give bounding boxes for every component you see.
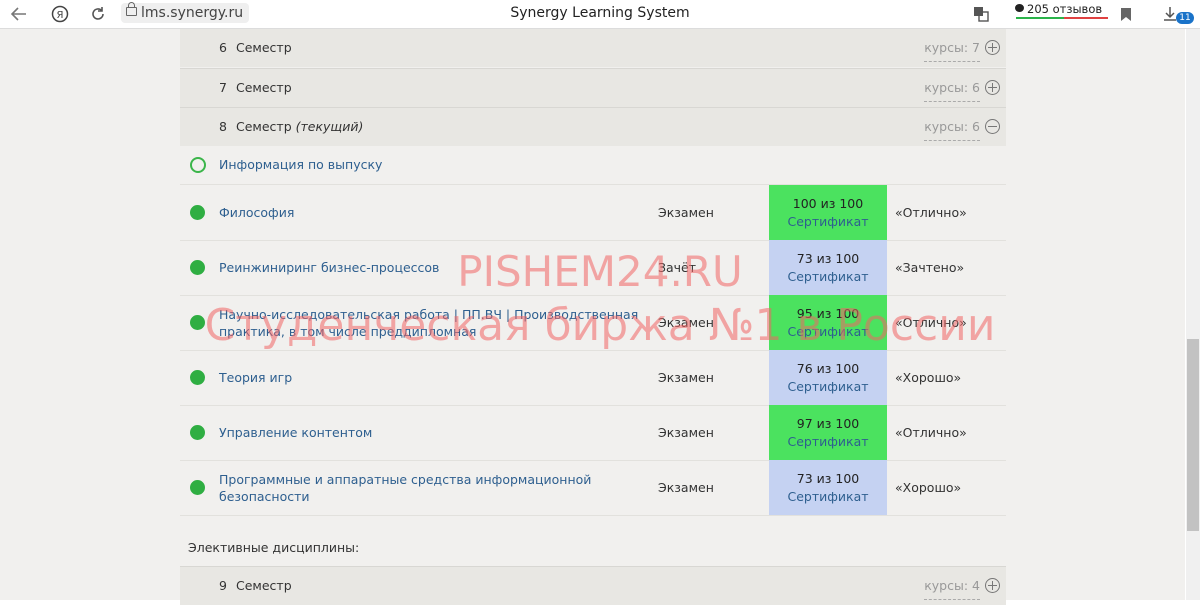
course-grade: «Хорошо» bbox=[895, 480, 962, 495]
reviews-widget[interactable]: 205 отзывов bbox=[1012, 1, 1108, 26]
score-value: 76 из 100 bbox=[796, 361, 860, 376]
speech-bubble-icon bbox=[1015, 4, 1024, 12]
course-row: Реинжиниринг бизнес-процессов Зачёт 73 и… bbox=[180, 240, 1006, 296]
score-cell: 97 из 100 Сертификат bbox=[769, 405, 887, 460]
score-cell: 76 из 100 Сертификат bbox=[769, 350, 887, 405]
status-circle-open-icon bbox=[190, 157, 206, 173]
certificate-link[interactable]: Сертификат bbox=[769, 489, 887, 504]
svg-text:Я: Я bbox=[57, 10, 64, 21]
page-scrollbar[interactable] bbox=[1186, 29, 1200, 600]
course-grade: «Зачтено» bbox=[895, 260, 965, 275]
score-cell: 100 из 100 Сертификат bbox=[769, 185, 887, 240]
reload-icon[interactable] bbox=[87, 0, 109, 28]
electives-heading: Элективные дисциплины: bbox=[188, 540, 360, 555]
semester-row-6[interactable]: 6 Семестр курсы: 7 bbox=[180, 29, 1006, 67]
score-value: 73 из 100 bbox=[796, 251, 860, 266]
course-assessment-type: Экзамен bbox=[658, 425, 714, 440]
semester-courses-link[interactable]: курсы: 7 bbox=[924, 35, 980, 62]
course-row: Научно-исследовательская работа | ПП.ВЧ … bbox=[180, 295, 1006, 351]
certificate-link[interactable]: Сертификат bbox=[769, 379, 887, 394]
course-name-link[interactable]: Научно-исследовательская работа | ПП.ВЧ … bbox=[219, 295, 659, 350]
current-semester-tag: (текущий) bbox=[295, 119, 364, 134]
course-grade: «Отлично» bbox=[895, 425, 967, 440]
course-grade: «Хорошо» bbox=[895, 370, 962, 385]
reviews-rating-bar bbox=[1016, 17, 1108, 19]
semester-number: 6 bbox=[219, 40, 227, 55]
expand-plus-icon[interactable] bbox=[985, 80, 1000, 95]
page-background: 6 Семестр курсы: 7 7 Семестр курсы: 6 8 … bbox=[0, 29, 1185, 605]
graduation-info-row[interactable]: Информация по выпуску bbox=[180, 146, 1006, 185]
course-name-link[interactable]: Программные и аппаратные средства информ… bbox=[219, 460, 659, 515]
semester-courses-link[interactable]: курсы: 4 bbox=[924, 573, 980, 600]
course-grade: «Отлично» bbox=[895, 315, 967, 330]
semester-number: 9 bbox=[219, 578, 227, 593]
course-name-link[interactable]: Теория игр bbox=[219, 350, 659, 405]
semester-label-text: Семестр bbox=[236, 119, 292, 134]
expand-plus-icon[interactable] bbox=[985, 40, 1000, 55]
semester-courses-link[interactable]: курсы: 6 bbox=[924, 114, 980, 141]
course-name-link[interactable]: Управление контентом bbox=[219, 405, 659, 460]
semester-label: Семестр (текущий) bbox=[236, 108, 363, 146]
semester-number: 8 bbox=[219, 119, 227, 134]
reviews-label: 205 отзывов bbox=[1027, 2, 1103, 16]
semester-number: 7 bbox=[219, 80, 227, 95]
semester-courses-link[interactable]: курсы: 6 bbox=[924, 75, 980, 102]
downloads-badge: 11 bbox=[1176, 12, 1194, 24]
url-text: lms.synergy.ru bbox=[141, 5, 244, 21]
course-assessment-type: Экзамен bbox=[658, 480, 714, 495]
graduation-info-link[interactable]: Информация по выпуску bbox=[219, 146, 382, 184]
certificate-link[interactable]: Сертификат bbox=[769, 324, 887, 339]
score-value: 97 из 100 bbox=[796, 416, 860, 431]
address-bar[interactable]: lms.synergy.ru bbox=[121, 2, 250, 23]
status-complete-icon bbox=[190, 370, 205, 385]
score-cell: 73 из 100 Сертификат bbox=[769, 460, 887, 515]
score-cell: 95 из 100 Сертификат bbox=[769, 295, 887, 350]
certificate-link[interactable]: Сертификат bbox=[769, 214, 887, 229]
status-complete-icon bbox=[190, 260, 205, 275]
semester-label: Семестр bbox=[236, 80, 292, 95]
yandex-logo-icon[interactable]: Я bbox=[49, 0, 71, 28]
status-complete-icon bbox=[190, 315, 205, 330]
semester-label: Семестр bbox=[236, 40, 292, 55]
course-row: Теория игр Экзамен 76 из 100 Сертификат … bbox=[180, 350, 1006, 406]
status-complete-icon bbox=[190, 480, 205, 495]
lock-icon bbox=[126, 2, 137, 16]
score-value: 95 из 100 bbox=[796, 306, 860, 321]
score-cell: 73 из 100 Сертификат bbox=[769, 240, 887, 295]
course-row: Управление контентом Экзамен 97 из 100 С… bbox=[180, 405, 1006, 461]
semester-row-7[interactable]: 7 Семестр курсы: 6 bbox=[180, 68, 1006, 107]
score-value: 100 из 100 bbox=[792, 196, 864, 211]
course-assessment-type: Экзамен bbox=[658, 370, 714, 385]
browser-toolbar: Я lms.synergy.ru Synergy Learning System… bbox=[0, 0, 1200, 29]
bookmark-icon[interactable] bbox=[1116, 0, 1136, 28]
semester-row-8[interactable]: 8 Семестр (текущий) курсы: 6 bbox=[180, 107, 1006, 146]
collapse-minus-icon[interactable] bbox=[985, 119, 1000, 134]
certificate-link[interactable]: Сертификат bbox=[769, 269, 887, 284]
status-complete-icon bbox=[190, 425, 205, 440]
course-name-link[interactable]: Реинжиниринг бизнес-процессов bbox=[219, 240, 659, 295]
scrollbar-thumb[interactable] bbox=[1187, 339, 1199, 531]
course-assessment-type: Зачёт bbox=[658, 260, 697, 275]
certificate-link[interactable]: Сертификат bbox=[769, 434, 887, 449]
course-name-link[interactable]: Философия bbox=[219, 185, 659, 240]
expand-plus-icon[interactable] bbox=[985, 578, 1000, 593]
course-assessment-type: Экзамен bbox=[658, 315, 714, 330]
score-value: 73 из 100 bbox=[796, 471, 860, 486]
status-complete-icon bbox=[190, 205, 205, 220]
semester-row-9[interactable]: 9 Семестр курсы: 4 bbox=[180, 566, 1006, 605]
course-assessment-type: Экзамен bbox=[658, 205, 714, 220]
translate-icon[interactable] bbox=[970, 0, 992, 28]
course-grade: «Отлично» bbox=[895, 205, 967, 220]
course-row: Программные и аппаратные средства информ… bbox=[180, 460, 1006, 516]
back-arrow-icon[interactable] bbox=[8, 0, 30, 28]
semester-label: Семестр bbox=[236, 578, 292, 593]
course-row: Философия Экзамен 100 из 100 Сертификат … bbox=[180, 185, 1006, 241]
